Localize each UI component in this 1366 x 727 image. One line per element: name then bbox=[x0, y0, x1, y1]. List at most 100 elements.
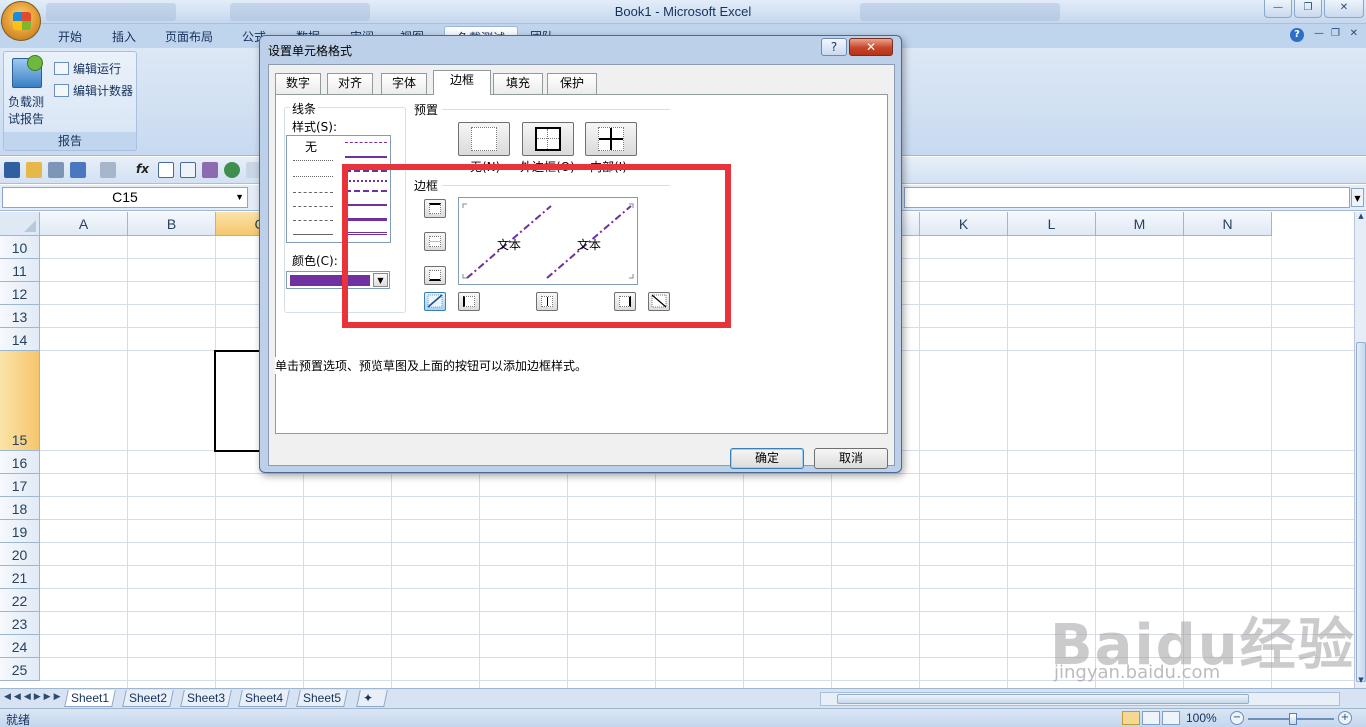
line-style-option[interactable] bbox=[293, 192, 333, 193]
column-header-k[interactable]: K bbox=[920, 212, 1008, 236]
row-header-15[interactable]: 15 bbox=[0, 351, 40, 451]
edit-counters-button[interactable]: 编辑计数器 bbox=[54, 82, 133, 99]
close-window-button[interactable]: ✕ bbox=[1324, 0, 1364, 18]
rows-icon[interactable] bbox=[180, 162, 196, 178]
line-style-option[interactable] bbox=[293, 160, 333, 161]
horizontal-scroll-thumb[interactable] bbox=[837, 694, 1249, 704]
border-middle-horizontal-button[interactable] bbox=[424, 232, 446, 251]
name-box[interactable]: C15 ▼ bbox=[2, 187, 248, 208]
row-header-10[interactable]: 10 bbox=[0, 236, 40, 259]
cancel-button[interactable]: 取消 bbox=[814, 448, 888, 469]
tab-insert[interactable]: 插入 bbox=[112, 28, 136, 45]
column-header-m[interactable]: M bbox=[1096, 212, 1184, 236]
line-style-option[interactable] bbox=[345, 190, 387, 192]
line-style-option[interactable] bbox=[345, 156, 387, 158]
row-header-24[interactable]: 24 bbox=[0, 635, 40, 658]
name-box-dropdown-icon[interactable]: ▼ bbox=[235, 188, 244, 207]
ribbon-minimize-button[interactable]: — bbox=[1314, 28, 1324, 39]
row-header-25[interactable]: 25 bbox=[0, 658, 40, 681]
horizontal-scrollbar[interactable] bbox=[820, 692, 1340, 706]
row-header-18[interactable]: 18 bbox=[0, 497, 40, 520]
macro-icon[interactable] bbox=[202, 162, 218, 178]
edit-run-button[interactable]: 编辑运行 bbox=[54, 60, 121, 77]
line-style-option[interactable] bbox=[345, 218, 387, 221]
zoom-slider-knob[interactable] bbox=[1289, 713, 1297, 725]
scroll-up-icon[interactable]: ▲ bbox=[1356, 212, 1366, 224]
row-header-14[interactable]: 14 bbox=[0, 328, 40, 351]
row-header-17[interactable]: 17 bbox=[0, 474, 40, 497]
sheet-tab-sheet2[interactable]: Sheet2 bbox=[122, 690, 174, 707]
tab-page-layout[interactable]: 页面布局 bbox=[165, 28, 213, 45]
border-preview[interactable]: 文本 文本 bbox=[458, 197, 638, 285]
select-all-button[interactable] bbox=[0, 212, 40, 236]
row-header-22[interactable]: 22 bbox=[0, 589, 40, 612]
line-color-select[interactable]: ▼ bbox=[286, 271, 390, 289]
function-icon[interactable]: fx bbox=[136, 162, 152, 178]
save-icon[interactable] bbox=[4, 162, 20, 178]
tab-border[interactable]: 边框 bbox=[433, 70, 491, 95]
border-bottom-button[interactable] bbox=[424, 266, 446, 285]
column-header-n[interactable]: N bbox=[1184, 212, 1272, 236]
line-style-option[interactable] bbox=[293, 220, 333, 221]
border-diagonal-down-button[interactable] bbox=[648, 292, 670, 311]
normal-view-icon[interactable] bbox=[1122, 711, 1140, 725]
sheet-tab-sheet5[interactable]: Sheet5 bbox=[296, 690, 348, 707]
open-icon[interactable] bbox=[26, 162, 42, 178]
sheet-tab-sheet3[interactable]: Sheet3 bbox=[180, 690, 232, 707]
row-header-20[interactable]: 20 bbox=[0, 543, 40, 566]
zoom-in-icon[interactable]: + bbox=[1338, 711, 1352, 725]
ok-button[interactable]: 确定 bbox=[730, 448, 804, 469]
row-header-23[interactable]: 23 bbox=[0, 612, 40, 635]
undo-icon[interactable] bbox=[70, 162, 86, 178]
preset-none-button[interactable] bbox=[458, 122, 510, 156]
row-header-13[interactable]: 13 bbox=[0, 305, 40, 328]
tab-home[interactable]: 开始 bbox=[58, 28, 82, 45]
ribbon-close-button[interactable]: ✕ bbox=[1350, 28, 1358, 39]
tab-protection[interactable]: 保护 bbox=[547, 73, 597, 94]
globe-icon[interactable] bbox=[224, 162, 240, 178]
border-left-button[interactable] bbox=[458, 292, 480, 311]
format-painter-icon[interactable] bbox=[100, 162, 116, 178]
tab-font[interactable]: 字体 bbox=[381, 73, 427, 94]
row-header-19[interactable]: 19 bbox=[0, 520, 40, 543]
line-style-option[interactable] bbox=[345, 204, 387, 206]
row-header-11[interactable]: 11 bbox=[0, 259, 40, 282]
row-header-12[interactable]: 12 bbox=[0, 282, 40, 305]
column-header-b[interactable]: B bbox=[128, 212, 216, 236]
ribbon-restore-button[interactable]: ❐ bbox=[1331, 28, 1340, 39]
line-style-option[interactable] bbox=[345, 232, 387, 235]
line-style-option[interactable] bbox=[293, 176, 333, 177]
scroll-down-icon[interactable]: ▼ bbox=[1356, 676, 1366, 688]
sheet-tab-sheet1[interactable]: Sheet1 bbox=[64, 690, 116, 707]
tab-number[interactable]: 数字 bbox=[275, 73, 321, 94]
page-layout-view-icon[interactable] bbox=[1142, 711, 1160, 725]
formula-input[interactable] bbox=[904, 187, 1350, 208]
vertical-scrollbar[interactable]: ▲ ▼ bbox=[1354, 212, 1366, 688]
border-middle-vertical-button[interactable] bbox=[536, 292, 558, 311]
border-right-button[interactable] bbox=[614, 292, 636, 311]
zoom-out-icon[interactable]: − bbox=[1230, 711, 1244, 725]
border-top-button[interactable] bbox=[424, 199, 446, 218]
minimize-button[interactable]: — bbox=[1264, 0, 1292, 18]
help-icon[interactable]: ? bbox=[1290, 28, 1304, 42]
line-style-option[interactable] bbox=[345, 170, 387, 172]
sheet-nav-arrows-icon[interactable]: ◀◀◀▶▶▶ bbox=[4, 692, 64, 702]
preset-outline-button[interactable] bbox=[522, 122, 574, 156]
border-diagonal-up-button[interactable] bbox=[424, 292, 446, 311]
line-style-none[interactable]: 无 bbox=[305, 138, 318, 155]
row-header-21[interactable]: 21 bbox=[0, 566, 40, 589]
line-style-option[interactable] bbox=[345, 180, 387, 182]
line-style-option[interactable] bbox=[345, 142, 387, 143]
office-button[interactable] bbox=[1, 1, 41, 41]
column-header-l[interactable]: L bbox=[1008, 212, 1096, 236]
vertical-scroll-thumb[interactable] bbox=[1356, 342, 1366, 682]
color-dropdown-icon[interactable]: ▼ bbox=[373, 273, 388, 287]
dialog-help-button[interactable]: ? bbox=[821, 38, 847, 56]
tab-alignment[interactable]: 对齐 bbox=[327, 73, 373, 94]
tab-fill[interactable]: 填充 bbox=[493, 73, 543, 94]
line-style-list[interactable]: 无 bbox=[286, 135, 391, 243]
restore-button[interactable]: ❐ bbox=[1294, 0, 1322, 18]
line-style-option[interactable] bbox=[293, 206, 333, 207]
table-icon[interactable] bbox=[158, 162, 174, 178]
column-header-a[interactable]: A bbox=[40, 212, 128, 236]
